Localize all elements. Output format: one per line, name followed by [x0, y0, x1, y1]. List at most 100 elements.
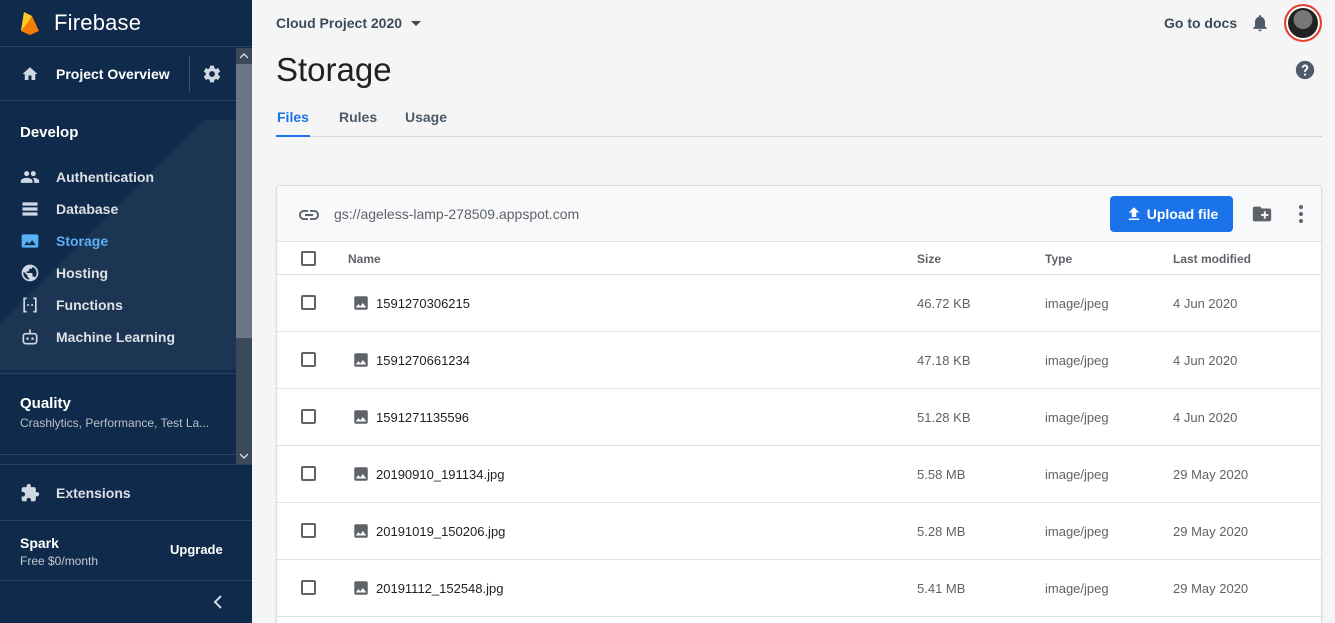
- divider: [0, 580, 252, 581]
- file-modified: 4 Jun 2020: [1173, 410, 1238, 425]
- file-name[interactable]: 20191019_150206.jpg: [376, 524, 505, 539]
- row-checkbox[interactable]: [301, 409, 316, 424]
- bell-icon[interactable]: [1250, 13, 1270, 33]
- top-bar: Cloud Project 2020 Go to docs: [276, 0, 1335, 48]
- more-vert-icon[interactable]: [1292, 203, 1310, 225]
- brand-name: Firebase: [54, 10, 142, 35]
- sidebar-item-database[interactable]: Database: [0, 193, 236, 225]
- upgrade-button[interactable]: Upgrade: [170, 542, 223, 557]
- plan-price: Free $0/month: [20, 554, 99, 568]
- file-size: 5.28 MB: [917, 524, 966, 539]
- avatar[interactable]: [1284, 4, 1322, 42]
- file-name[interactable]: 1591270661234: [376, 353, 470, 368]
- scroll-up-icon[interactable]: [236, 48, 252, 64]
- active-tab-indicator: [276, 135, 310, 137]
- sidebar-item-storage[interactable]: Storage: [0, 225, 236, 257]
- project-selector[interactable]: Cloud Project 2020: [276, 15, 422, 31]
- file-name[interactable]: 20191112_152548.jpg: [376, 581, 503, 596]
- upload-file-button[interactable]: Upload file: [1110, 196, 1233, 232]
- image-file-icon: [354, 467, 368, 481]
- file-modified: 29 May 2020: [1173, 581, 1249, 596]
- image-file-icon: [354, 581, 368, 595]
- tab-files[interactable]: Files: [277, 109, 309, 125]
- file-browser: gs://ageless-lamp-278509.appspot.com Upl…: [276, 185, 1322, 623]
- divider: [0, 464, 252, 465]
- row-checkbox[interactable]: [301, 466, 316, 481]
- plan-info: Spark Free $0/month: [20, 535, 98, 568]
- table-header: Name Size Type Last modified: [277, 242, 1321, 275]
- help-icon[interactable]: [1294, 59, 1316, 81]
- table-row[interactable]: 1591271135596 51.28 KB image/jpeg 4 Jun …: [277, 389, 1321, 446]
- gear-icon[interactable]: [202, 64, 222, 84]
- file-type: image/jpeg: [1045, 524, 1109, 539]
- caret-down-icon: [411, 20, 422, 26]
- row-checkbox[interactable]: [301, 580, 316, 595]
- plan-name: Spark: [20, 535, 59, 551]
- brand-header[interactable]: Firebase: [0, 0, 252, 47]
- tab-rules[interactable]: Rules: [339, 109, 377, 125]
- collapse-sidebar-icon[interactable]: [208, 592, 228, 612]
- sidebar-item-label: Database: [56, 201, 119, 217]
- image-file-icon: [354, 353, 368, 367]
- sidebar-item-label: Machine Learning: [56, 329, 176, 345]
- column-header-type[interactable]: Type: [1045, 252, 1072, 266]
- image-file-icon: [354, 410, 368, 424]
- database-icon: [20, 199, 40, 219]
- file-name[interactable]: 1591271135596: [376, 410, 469, 425]
- table-row[interactable]: 20190910_191134.jpg 5.58 MB image/jpeg 2…: [277, 446, 1321, 503]
- scroll-down-icon[interactable]: [236, 448, 252, 464]
- bucket-url[interactable]: gs://ageless-lamp-278509.appspot.com: [334, 206, 579, 222]
- tab-label: Files: [277, 109, 309, 125]
- file-name[interactable]: 1591270306215: [376, 296, 470, 311]
- image-file-icon: [354, 296, 368, 310]
- divider: [0, 454, 236, 455]
- quality-section-title[interactable]: Quality: [20, 395, 71, 412]
- sidebar-item-extensions[interactable]: Extensions: [0, 477, 236, 509]
- sidebar-item-functions[interactable]: Functions: [0, 289, 236, 321]
- row-checkbox[interactable]: [301, 295, 316, 310]
- sidebar-item-label: Authentication: [56, 169, 154, 185]
- go-to-docs-link[interactable]: Go to docs: [1164, 15, 1237, 31]
- develop-section-title[interactable]: Develop: [20, 124, 78, 141]
- file-type: image/jpeg: [1045, 296, 1109, 311]
- file-name[interactable]: 20190910_191134.jpg: [376, 467, 504, 482]
- row-checkbox[interactable]: [301, 352, 316, 367]
- file-size: 5.41 MB: [917, 581, 966, 596]
- sidebar-item-machine-learning[interactable]: Machine Learning: [0, 321, 236, 353]
- column-header-last-modified[interactable]: Last modified: [1173, 252, 1251, 266]
- sidebar-item-authentication[interactable]: Authentication: [0, 161, 236, 193]
- sidebar-item-label: Functions: [56, 297, 123, 313]
- file-modified: 4 Jun 2020: [1173, 353, 1238, 368]
- table-row[interactable]: 20191019_150206.jpg 5.28 MB image/jpeg 2…: [277, 503, 1321, 560]
- bucket-header: gs://ageless-lamp-278509.appspot.com Upl…: [277, 186, 1321, 242]
- sidebar-scrollbar[interactable]: [236, 48, 252, 464]
- table-row[interactable]: 20191112_152548.jpg 5.41 MB image/jpeg 2…: [277, 560, 1321, 617]
- project-overview[interactable]: Project Overview: [0, 48, 236, 101]
- table-row[interactable]: 1591270306215 46.72 KB image/jpeg 4 Jun …: [277, 275, 1321, 332]
- row-checkbox[interactable]: [301, 523, 316, 538]
- upload-file-label: Upload file: [1146, 206, 1219, 222]
- robot-icon: [20, 327, 40, 347]
- link-icon[interactable]: [297, 203, 321, 227]
- sidebar-item-label: Extensions: [56, 485, 131, 501]
- extensions-icon: [20, 483, 40, 503]
- column-header-size[interactable]: Size: [917, 252, 941, 266]
- sidebar-item-hosting[interactable]: Hosting: [0, 257, 236, 289]
- tab-usage[interactable]: Usage: [405, 109, 447, 125]
- table-row[interactable]: 1591270661234 47.18 KB image/jpeg 4 Jun …: [277, 332, 1321, 389]
- column-header-name[interactable]: Name: [348, 252, 381, 266]
- new-folder-icon[interactable]: [1251, 203, 1273, 225]
- file-size: 46.72 KB: [917, 296, 971, 311]
- file-type: image/jpeg: [1045, 410, 1109, 425]
- functions-icon: [20, 295, 40, 315]
- upload-icon: [1128, 207, 1139, 220]
- divider: [0, 520, 252, 521]
- tab-bar: Files Rules Usage: [276, 100, 1322, 137]
- file-type: image/jpeg: [1045, 581, 1109, 596]
- scrollbar-thumb[interactable]: [236, 64, 252, 338]
- image-file-icon: [354, 524, 368, 538]
- select-all-checkbox[interactable]: [301, 251, 316, 266]
- sidebar-item-label: Hosting: [56, 265, 109, 281]
- firebase-logo-icon: [21, 12, 39, 35]
- file-size: 5.58 MB: [917, 467, 966, 482]
